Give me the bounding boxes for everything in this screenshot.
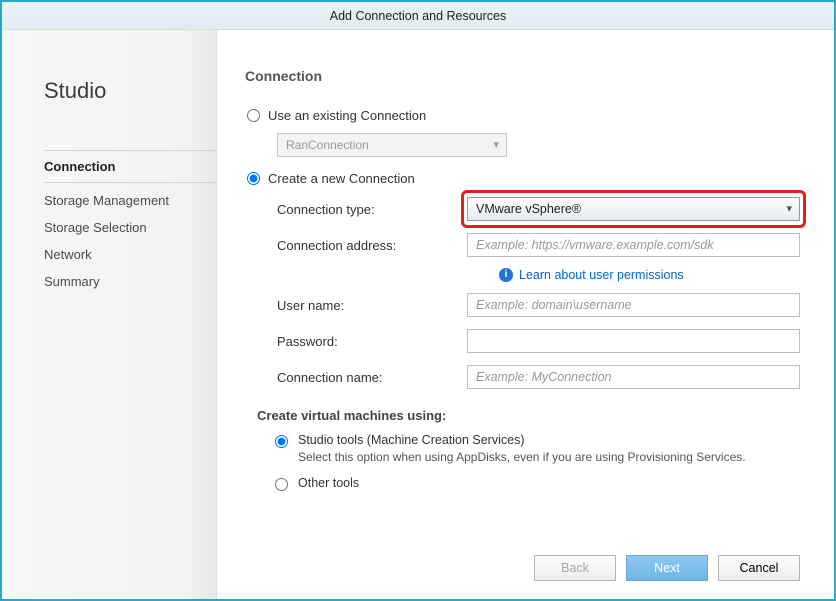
studio-tools-desc: Select this option when using AppDisks, … bbox=[298, 450, 746, 464]
radio-existing[interactable] bbox=[247, 109, 260, 122]
radio-create-label: Create a new Connection bbox=[268, 171, 415, 186]
learn-permissions-link[interactable]: i Learn about user permissions bbox=[499, 268, 800, 282]
nav-summary[interactable]: Summary bbox=[44, 268, 216, 295]
wizard-footer: Back Next Cancel bbox=[534, 555, 800, 581]
username-input[interactable] bbox=[467, 293, 800, 317]
main-panel: Connection Use an existing Connection Ra… bbox=[217, 30, 834, 599]
next-button[interactable]: Next bbox=[626, 555, 708, 581]
radio-existing-label: Use an existing Connection bbox=[268, 108, 426, 123]
create-form: Connection type: VMware vSphere® Connect… bbox=[277, 196, 800, 390]
connection-type-select[interactable]: VMware vSphere® bbox=[467, 197, 800, 221]
info-icon: i bbox=[499, 268, 513, 282]
radio-create-row[interactable]: Create a new Connection bbox=[245, 171, 800, 186]
existing-connection-select: RanConnection bbox=[277, 133, 507, 157]
username-label: User name: bbox=[277, 298, 467, 313]
back-button: Back bbox=[534, 555, 616, 581]
sidebar: Studio Connection Storage Management Sto… bbox=[2, 30, 217, 599]
create-vm-options: Studio tools (Machine Creation Services)… bbox=[275, 433, 800, 493]
nav-storage-selection[interactable]: Storage Selection bbox=[44, 214, 216, 241]
connection-address-input[interactable] bbox=[467, 233, 800, 257]
connection-name-label: Connection name: bbox=[277, 370, 467, 385]
password-label: Password: bbox=[277, 334, 467, 349]
radio-other-tools[interactable] bbox=[275, 478, 288, 491]
radio-create[interactable] bbox=[247, 172, 260, 185]
body: Studio Connection Storage Management Sto… bbox=[2, 30, 834, 599]
nav-connection[interactable]: Connection bbox=[44, 150, 216, 183]
studio-tools-title: Studio tools (Machine Creation Services) bbox=[298, 433, 746, 447]
nav-storage-management[interactable]: Storage Management bbox=[44, 187, 216, 214]
app-title: Studio bbox=[44, 78, 216, 104]
other-tools-title: Other tools bbox=[298, 476, 359, 490]
connection-name-input[interactable] bbox=[467, 365, 800, 389]
nav-network[interactable]: Network bbox=[44, 241, 216, 268]
wizard-window: Add Connection and Resources Studio Conn… bbox=[0, 0, 836, 601]
cancel-button[interactable]: Cancel bbox=[718, 555, 800, 581]
window-title: Add Connection and Resources bbox=[2, 2, 834, 30]
radio-studio-tools[interactable] bbox=[275, 435, 288, 448]
page-title: Connection bbox=[245, 68, 800, 84]
password-input[interactable] bbox=[467, 329, 800, 353]
connection-type-label: Connection type: bbox=[277, 202, 467, 217]
connection-address-label: Connection address: bbox=[277, 238, 467, 253]
vm-heading: Create virtual machines using: bbox=[257, 408, 800, 423]
learn-permissions-text: Learn about user permissions bbox=[519, 268, 684, 282]
radio-existing-row[interactable]: Use an existing Connection bbox=[245, 108, 800, 123]
